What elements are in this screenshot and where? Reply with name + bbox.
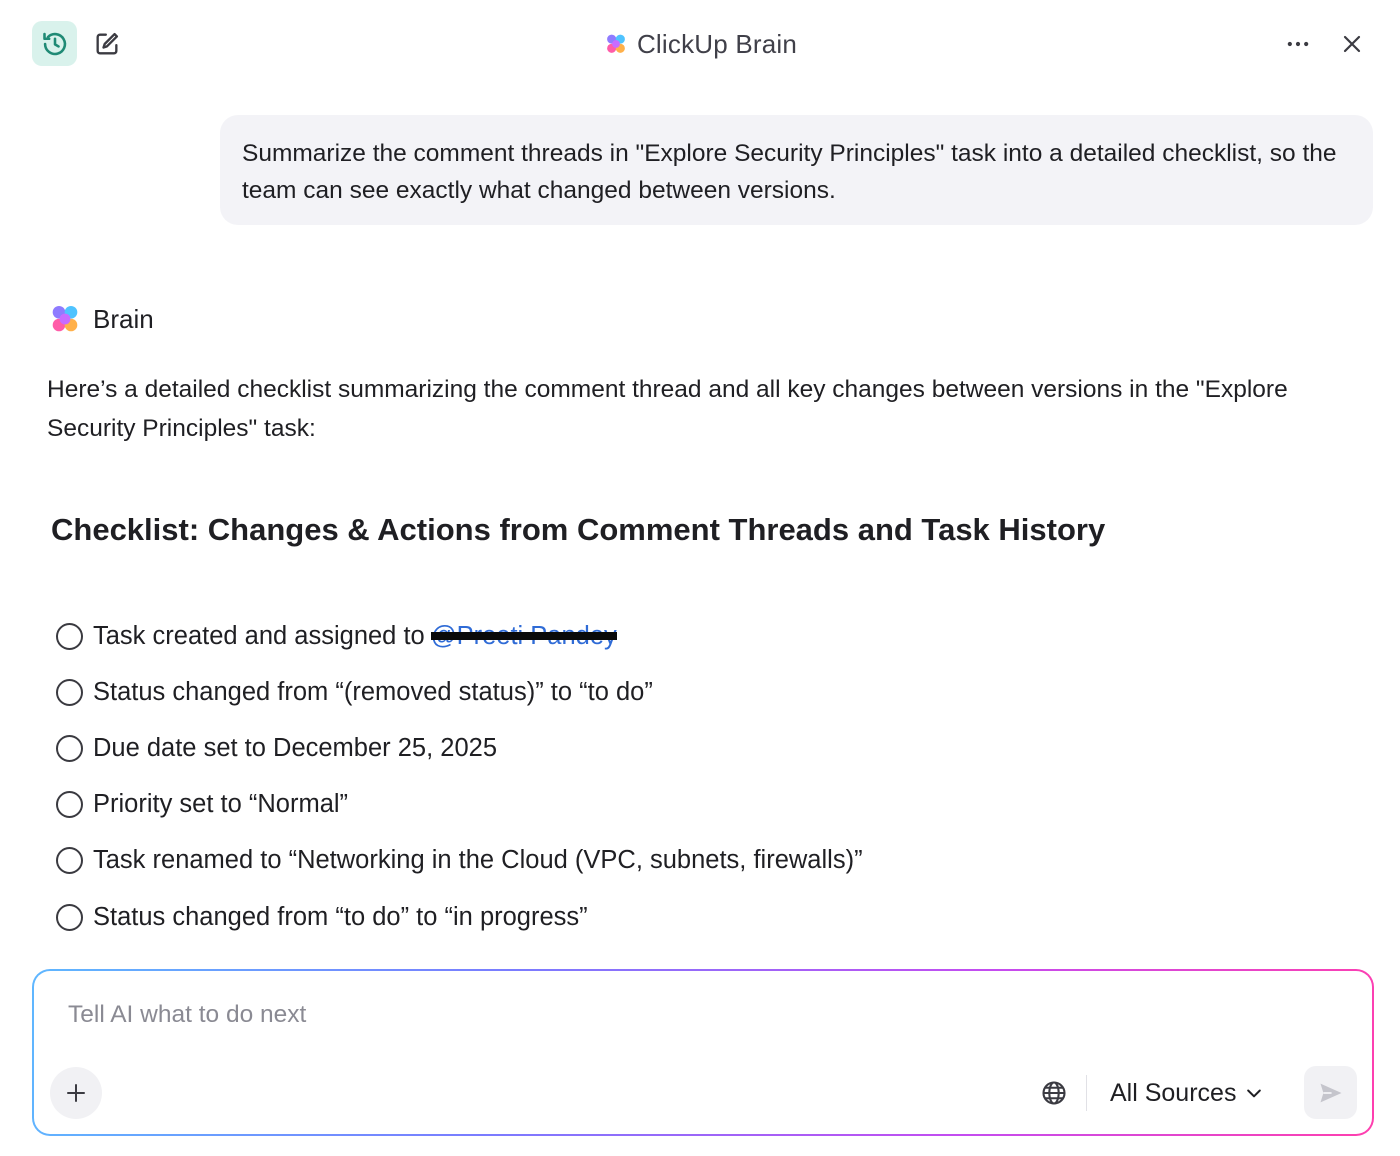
checklist-checkbox[interactable] <box>56 791 83 819</box>
response-author-label: Brain <box>93 303 154 334</box>
plus-icon <box>67 1084 85 1102</box>
checklist-item-text: Task created and assigned to@Preeti Pand… <box>93 622 617 651</box>
user-message-bubble: Summarize the comment threads in "Explor… <box>220 115 1373 225</box>
checklist-item-text: Due date set to December 25, 2025 <box>93 733 498 762</box>
history-clock-icon <box>42 32 66 55</box>
checklist-item: Priority set to “Normal” <box>56 777 863 833</box>
chevron-down-icon <box>1247 1089 1262 1098</box>
checklist-item-text: Priority set to “Normal” <box>93 790 349 819</box>
sources-dropdown-label: All Sources <box>1110 1078 1237 1107</box>
globe-icon <box>1042 1081 1066 1105</box>
checklist-item: Task created and assigned to@Preeti Pand… <box>56 608 863 664</box>
panel-title-text: ClickUp Brain <box>636 28 798 59</box>
checklist-item-text: Task renamed to “Networking in the Cloud… <box>93 846 863 875</box>
redaction-bar <box>430 632 617 641</box>
checklist-checkbox[interactable] <box>56 622 83 650</box>
composer-inner: All Sources <box>34 971 1372 1134</box>
send-icon <box>1320 1083 1341 1102</box>
composer: All Sources <box>32 969 1374 1136</box>
checklist: Task created and assigned to@Preeti Pand… <box>56 608 863 945</box>
response-author: Brain <box>47 300 154 338</box>
add-attachment-button[interactable] <box>50 1067 102 1119</box>
panel-title: ClickUp Brain <box>0 0 1400 88</box>
panel-header: ClickUp Brain <box>0 0 1400 88</box>
checklist-heading: Checklist: Changes & Actions from Commen… <box>51 512 1106 547</box>
send-button[interactable] <box>1304 1066 1357 1119</box>
composer-divider <box>1086 1075 1087 1111</box>
close-button[interactable] <box>1330 22 1374 66</box>
more-options-button[interactable] <box>1276 22 1320 66</box>
checklist-item-text: Status changed from “to do” to “in progr… <box>93 902 588 931</box>
checklist-item: Due date set to December 25, 2025 <box>56 720 863 776</box>
checklist-item: Task renamed to “Networking in the Cloud… <box>56 833 863 889</box>
close-icon <box>1343 35 1361 53</box>
checklist-checkbox[interactable] <box>56 847 83 875</box>
more-horizontal-icon <box>1287 41 1309 47</box>
prompt-input[interactable] <box>68 995 1268 1035</box>
user-mention[interactable]: @Preeti Pandey <box>430 622 617 650</box>
checklist-checkbox[interactable] <box>56 734 83 762</box>
checklist-item: Status changed from “(removed status)” t… <box>56 664 863 720</box>
checklist-item: Status changed from “to do” to “in progr… <box>56 889 863 945</box>
checklist-checkbox[interactable] <box>56 903 83 931</box>
checklist-item-text: Status changed from “(removed status)” t… <box>93 677 653 706</box>
sources-dropdown[interactable]: All Sources <box>1110 1071 1264 1115</box>
edit-icon <box>96 32 118 54</box>
new-chat-button[interactable] <box>84 21 129 66</box>
web-search-toggle[interactable] <box>1034 1071 1074 1115</box>
brain-avatar-icon <box>52 305 78 332</box>
user-message-text: Summarize the comment threads in "Explor… <box>242 140 1337 204</box>
clickup-brain-logo-icon <box>607 34 625 53</box>
response-intro: Here’s a detailed checklist summarizing … <box>47 376 1288 442</box>
checklist-checkbox[interactable] <box>56 678 83 706</box>
history-button[interactable] <box>32 21 77 66</box>
